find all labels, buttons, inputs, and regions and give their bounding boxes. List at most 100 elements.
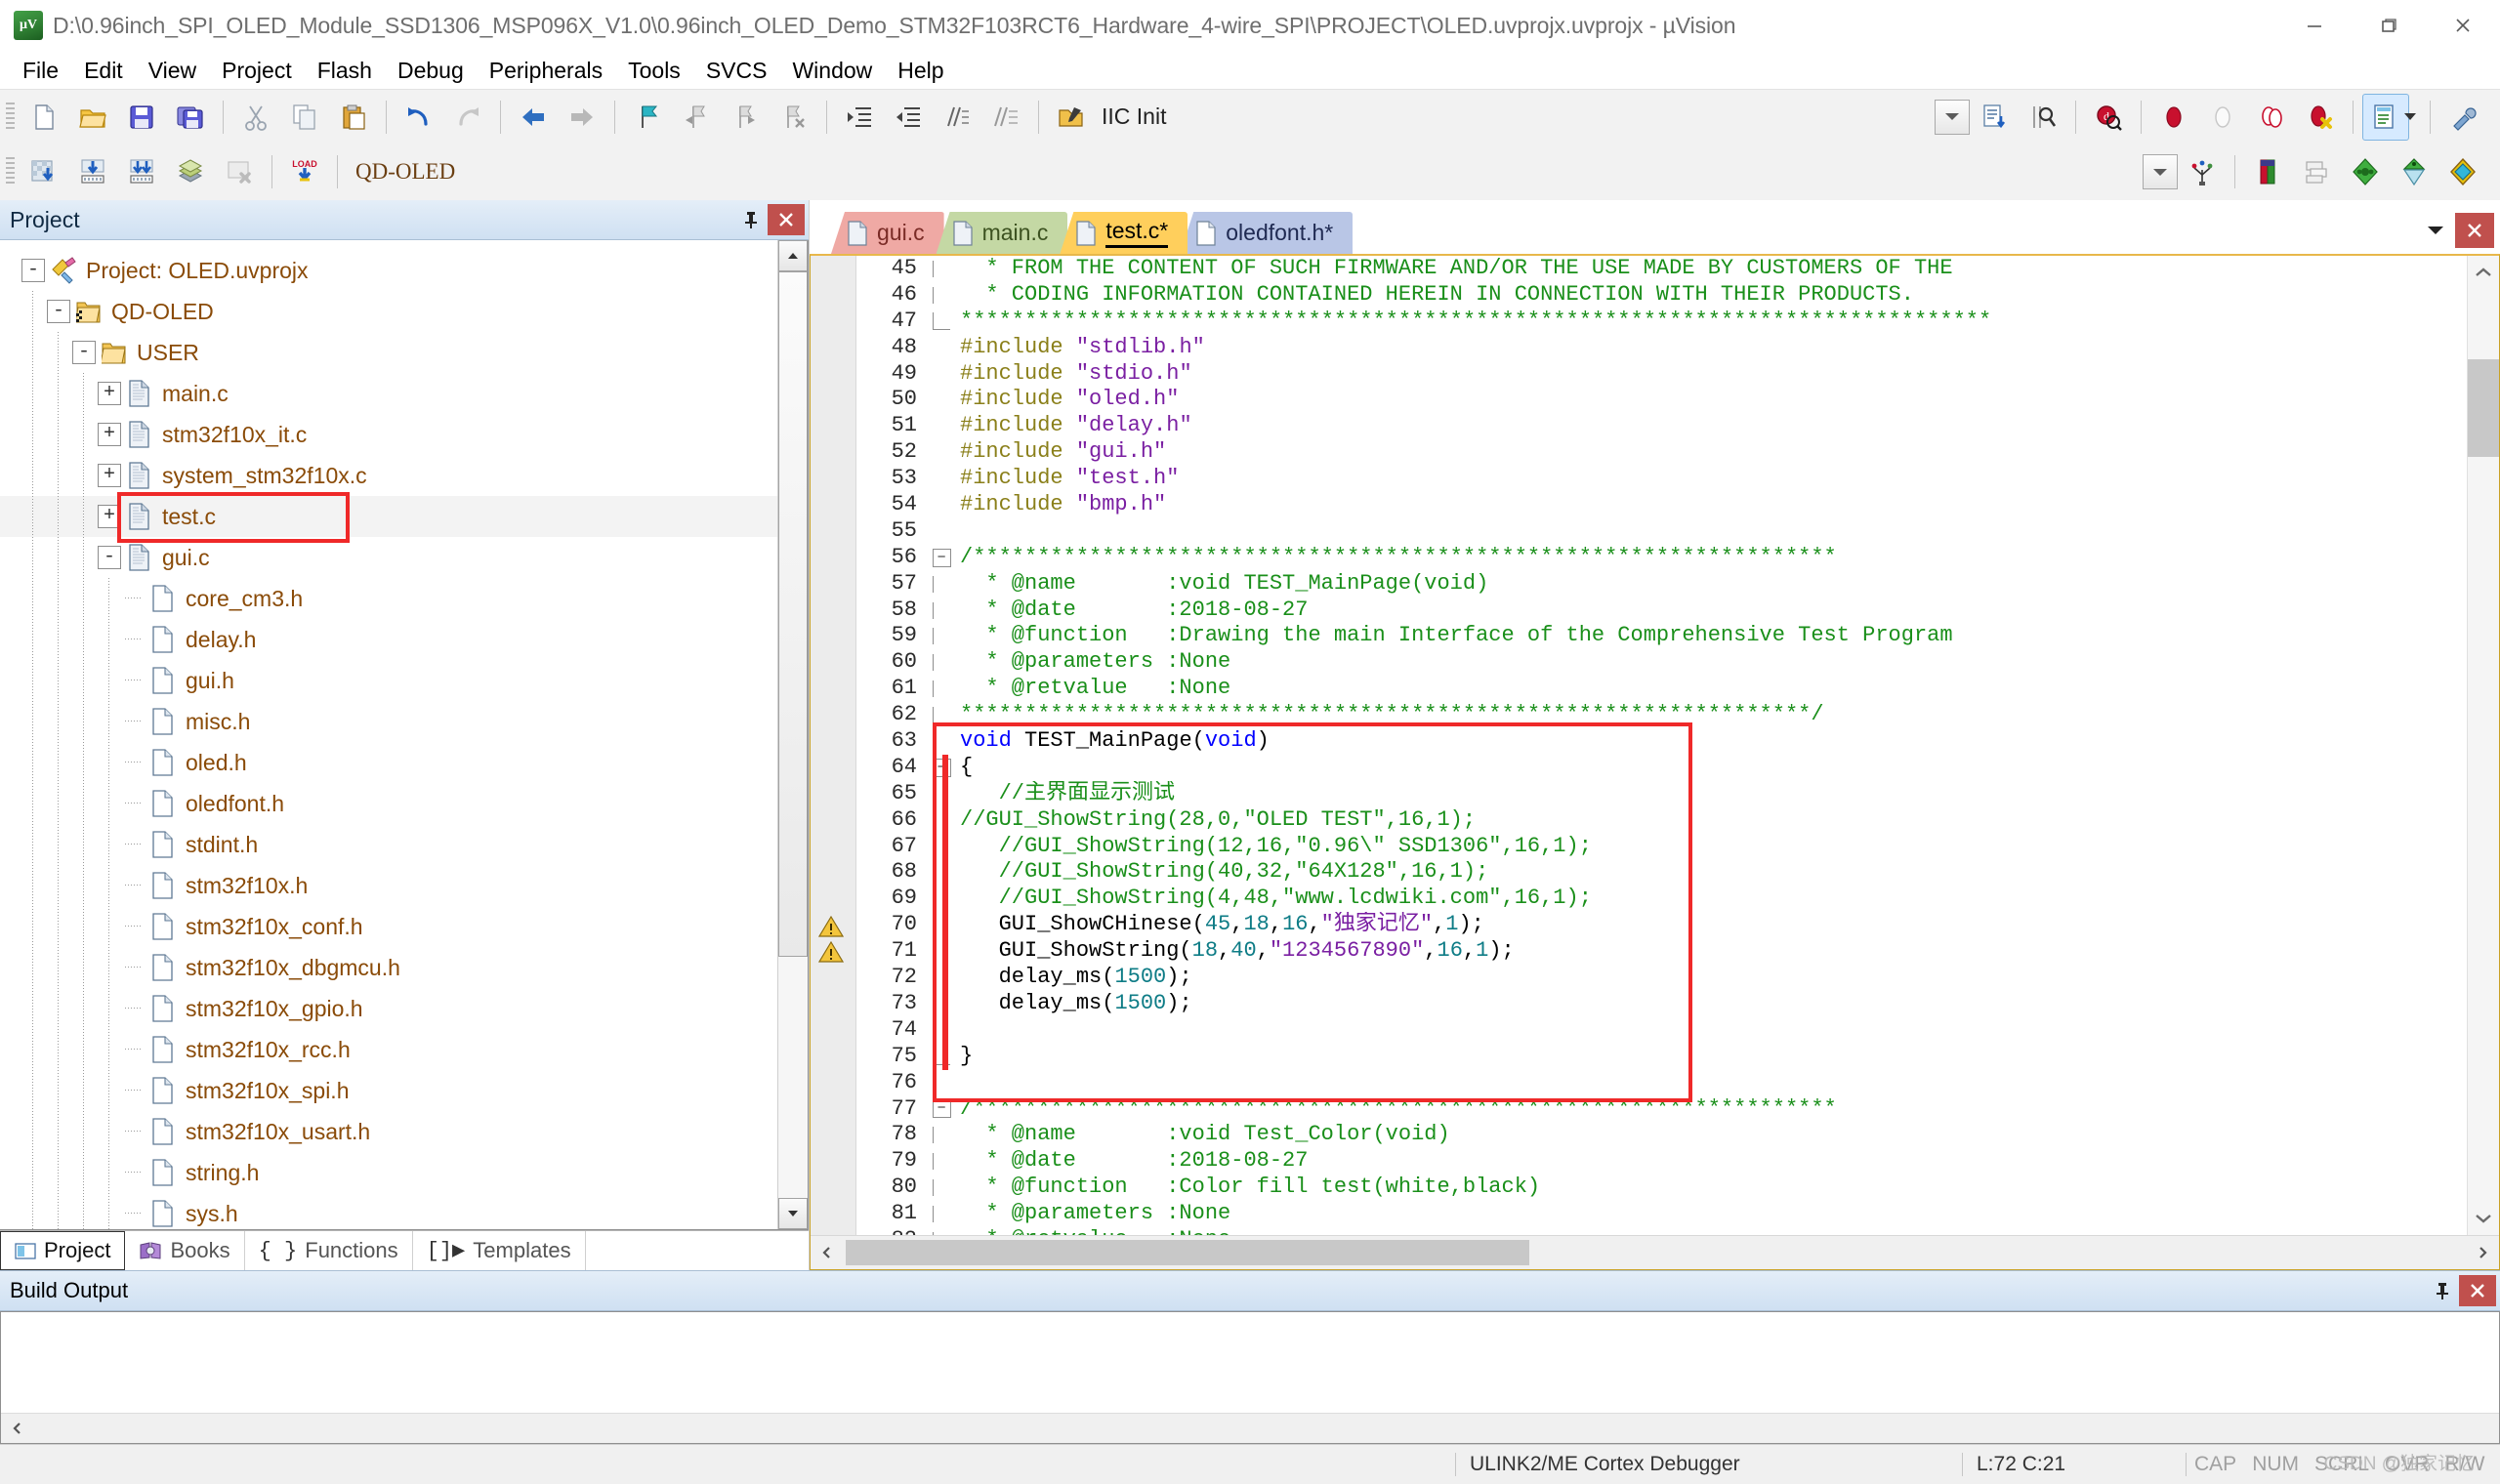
menu-window[interactable]: Window — [779, 55, 885, 87]
tree-item[interactable]: stm32f10x.h — [0, 865, 777, 906]
fold-marker[interactable]: − — [929, 1099, 954, 1119]
cut-icon[interactable] — [232, 94, 279, 141]
fold-marker[interactable] — [929, 628, 954, 645]
multi-project-icon[interactable] — [2391, 148, 2438, 195]
navigate-back-icon[interactable] — [510, 94, 557, 141]
code-line[interactable]: 48 #include "stdlib.h" — [856, 335, 2467, 361]
tree-item[interactable]: stm32f10x_gpio.h — [0, 988, 777, 1029]
editor-horizontal-scrollbar[interactable] — [811, 1235, 2499, 1269]
tree-item[interactable]: delay.h — [0, 619, 777, 660]
code-line[interactable]: 51 #include "delay.h" — [856, 413, 2467, 439]
build-output-text[interactable] — [1, 1312, 2499, 1413]
menu-tools[interactable]: Tools — [615, 55, 693, 87]
menu-edit[interactable]: Edit — [71, 55, 136, 87]
tree-expand-toggle[interactable]: + — [98, 423, 121, 446]
tree-collapse-toggle[interactable]: - — [21, 259, 45, 282]
code-line[interactable]: 60 * @parameters :None — [856, 649, 2467, 676]
code-line[interactable]: 74 — [856, 1017, 2467, 1044]
fold-marker[interactable] — [929, 785, 954, 803]
fold-marker[interactable] — [929, 890, 954, 908]
tree-item[interactable]: + system_stm32f10x.c — [0, 455, 777, 496]
menu-peripherals[interactable]: Peripherals — [477, 55, 615, 87]
code-line[interactable]: 70 GUI_ShowCHinese(45,18,16,"独家记忆",1); — [856, 912, 2467, 938]
fold-marker[interactable] — [929, 917, 954, 934]
tree-item[interactable]: stm32f10x_dbgmcu.h — [0, 947, 777, 988]
menu-debug[interactable]: Debug — [385, 55, 477, 87]
close-icon[interactable] — [2455, 213, 2494, 248]
fold-marker[interactable] — [929, 1153, 954, 1171]
warning-icon[interactable] — [818, 940, 846, 966]
minimize-button[interactable] — [2277, 0, 2352, 51]
code-line[interactable]: 58 * @date :2018-08-27 — [856, 598, 2467, 624]
code-line[interactable]: 53 #include "test.h" — [856, 466, 2467, 492]
pin-icon[interactable] — [2426, 1275, 2459, 1306]
code-line[interactable]: 66 //GUI_ShowString(28,0,"OLED TEST",16,1… — [856, 807, 2467, 834]
toolbar-grip[interactable] — [6, 157, 15, 186]
tree-item[interactable]: stm32f10x_spi.h — [0, 1070, 777, 1111]
editor-tab-gui-c[interactable]: gui.c — [831, 212, 944, 254]
scroll-left-icon[interactable] — [811, 1236, 844, 1269]
fold-marker[interactable] — [929, 1231, 954, 1235]
editor-tab-main-c[interactable]: main.c — [936, 212, 1068, 254]
debug-session-icon[interactable]: d — [2085, 94, 2132, 141]
paste-icon[interactable] — [330, 94, 377, 141]
code-line[interactable]: 63 void TEST_MainPage(void) — [856, 728, 2467, 755]
tab-templates[interactable]: []▶ Templates — [413, 1231, 586, 1270]
manage-windows-dropdown[interactable] — [2404, 113, 2416, 120]
code-line[interactable]: 79 * @date :2018-08-27 — [856, 1148, 2467, 1175]
code-line[interactable]: 67 //GUI_ShowString(12,16,"0.96\" SSD130… — [856, 834, 2467, 860]
tree-expand-toggle[interactable]: + — [98, 464, 121, 487]
code-line[interactable]: 82 * @retvalue :None — [856, 1227, 2467, 1235]
tree-item[interactable]: - Project: OLED.uvprojx — [0, 250, 777, 291]
menu-view[interactable]: View — [136, 55, 209, 87]
redo-icon[interactable] — [444, 94, 491, 141]
batch-build-icon[interactable] — [167, 148, 214, 195]
svcs-icon[interactable] — [2439, 148, 2486, 195]
tree-collapse-toggle[interactable]: - — [72, 341, 96, 364]
rebuild-icon[interactable] — [118, 148, 165, 195]
code-line[interactable]: 77−/************************************… — [856, 1096, 2467, 1123]
code-line[interactable]: 57 * @name :void TEST_MainPage(void) — [856, 571, 2467, 598]
code-line[interactable]: 64−{ — [856, 755, 2467, 781]
scroll-thumb[interactable] — [2468, 359, 2499, 457]
tree-expand-toggle[interactable]: + — [98, 505, 121, 528]
menu-flash[interactable]: Flash — [305, 55, 385, 87]
fold-marker[interactable] — [929, 864, 954, 882]
editor-tab-test-c[interactable]: test.c* — [1060, 212, 1188, 254]
bookmark-prev-icon[interactable] — [673, 94, 720, 141]
code-line[interactable]: 69 //GUI_ShowString(4,48,"www.lcdwiki.co… — [856, 886, 2467, 912]
outdent-icon[interactable] — [885, 94, 932, 141]
fold-marker[interactable] — [929, 706, 954, 724]
code-line[interactable]: 50 #include "oled.h" — [856, 387, 2467, 413]
menu-project[interactable]: Project — [209, 55, 305, 87]
tree-item[interactable]: - gui.c — [0, 537, 777, 578]
build-output-hscroll[interactable] — [1, 1413, 2499, 1443]
code-line[interactable]: 47 **************************************… — [856, 309, 2467, 335]
editor-vertical-scrollbar[interactable] — [2467, 256, 2499, 1235]
code-line[interactable]: 59 * @function :Drawing the main Interfa… — [856, 623, 2467, 649]
code-line[interactable]: 62 **************************************… — [856, 702, 2467, 728]
tree-item[interactable]: string.h — [0, 1152, 777, 1193]
tree-item[interactable]: core_cm3.h — [0, 578, 777, 619]
new-file-icon[interactable] — [21, 94, 67, 141]
code-line[interactable]: 65 //主界面显示测试 — [856, 781, 2467, 807]
code-line[interactable]: 78 * @name :void Test_Color(void) — [856, 1122, 2467, 1148]
manage-run-time-env-icon[interactable] — [2244, 148, 2291, 195]
tree-item[interactable]: - USER — [0, 332, 777, 373]
tree-item[interactable]: stm32f10x_usart.h — [0, 1111, 777, 1152]
save-all-icon[interactable] — [167, 94, 214, 141]
target-select-value[interactable]: QD-OLED — [355, 159, 455, 185]
tab-functions[interactable]: { } Functions — [245, 1231, 413, 1270]
scroll-thumb[interactable] — [846, 1240, 1529, 1265]
code-lines[interactable]: 45 * FROM THE CONTENT OF SUCH FIRMWARE A… — [856, 256, 2467, 1235]
fold-marker[interactable] — [929, 654, 954, 672]
code-line[interactable]: 55 — [856, 518, 2467, 545]
fold-marker[interactable] — [929, 969, 954, 986]
code-line[interactable]: 71 GUI_ShowString(18,40,"1234567890",16,… — [856, 938, 2467, 965]
breakpoint-kill-all-icon[interactable] — [2297, 94, 2344, 141]
indent-icon[interactable] — [836, 94, 883, 141]
tree-item[interactable]: + stm32f10x_it.c — [0, 414, 777, 455]
code-line[interactable]: 46 * CODING INFORMATION CONTAINED HEREIN… — [856, 282, 2467, 309]
fold-marker[interactable] — [929, 1021, 954, 1039]
fold-marker[interactable] — [929, 995, 954, 1012]
